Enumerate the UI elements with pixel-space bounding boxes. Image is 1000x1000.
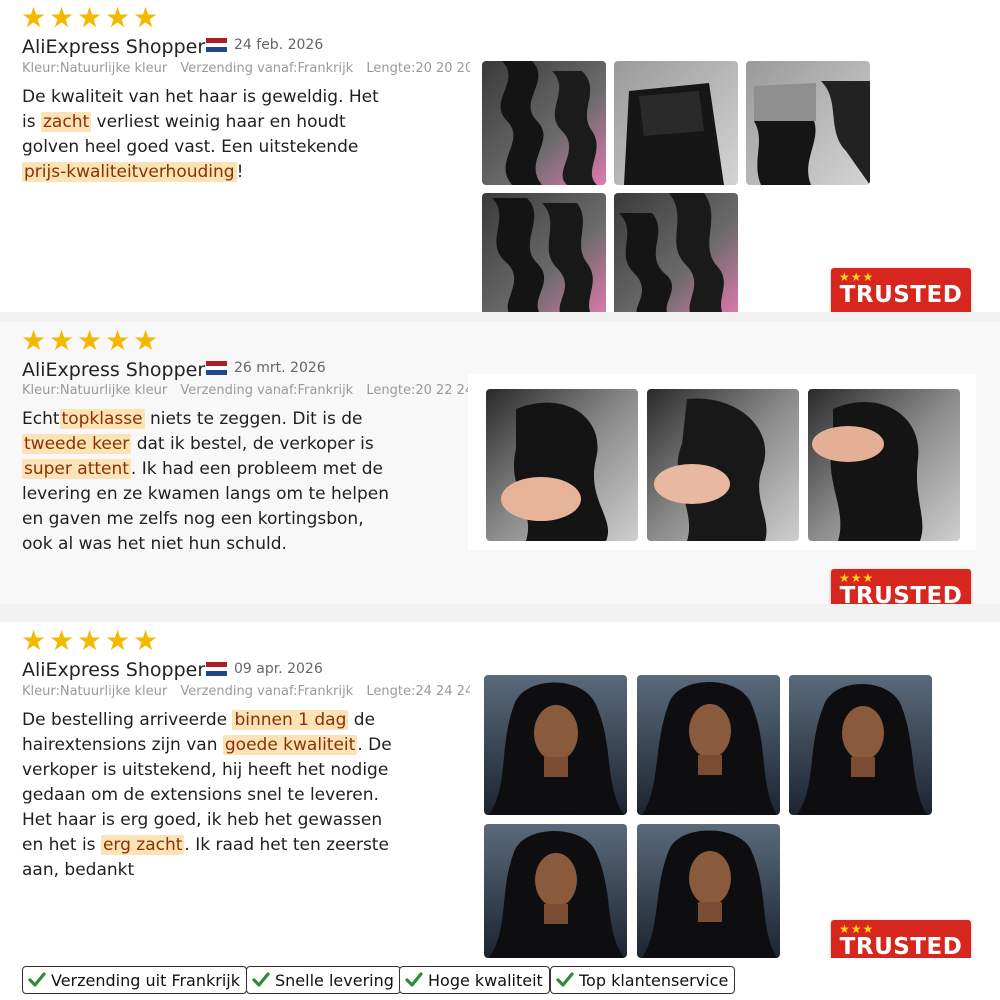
star-icon: ★ (133, 324, 159, 357)
review-card: ★ ★ ★ ★ ★ AliExpress Shopper 24 feb. 202… (0, 0, 1000, 317)
reviewer-name: AliExpress Shopper (22, 359, 206, 381)
review-text-part: dat ik bestel, de verkoper is (131, 434, 374, 454)
review-text: De bestelling arriveerde binnen 1 dag de… (22, 708, 397, 883)
divider (0, 604, 1000, 622)
review-highlight: prijs-kwaliteitverhouding (22, 162, 237, 182)
review-date: 09 apr. 2026 (234, 661, 323, 677)
meta-shipping: Verzending vanaf:Frankrijk (180, 684, 354, 699)
star-icon: ★ (133, 1, 159, 34)
review-text-part: Echt (22, 409, 60, 429)
star-icon: ★ (105, 1, 131, 34)
meta-color: Kleur:Natuurlijke kleur (22, 684, 168, 699)
badge-label: TRUSTED (839, 282, 963, 308)
star-icon: ★ (21, 1, 47, 34)
star-icon: ★ (77, 624, 103, 657)
review-card: ★ ★ ★ ★ ★ AliExpress Shopper 26 mrt. 202… (0, 322, 1000, 617)
review-highlight: binnen 1 dag (232, 710, 349, 730)
review-highlight: topklasse (59, 409, 145, 429)
meta-length: Lengte:20 22 24 8 (366, 383, 470, 398)
review-photo[interactable] (637, 824, 780, 958)
review-photo[interactable] (484, 824, 627, 958)
check-icon (252, 972, 270, 987)
review-photo[interactable] (614, 193, 738, 317)
badge-label: TRUSTED (839, 934, 963, 960)
rating-stars: ★ ★ ★ ★ ★ (21, 324, 159, 357)
rating-stars: ★ ★ ★ ★ ★ (21, 1, 159, 34)
netherlands-flag-icon (206, 38, 227, 53)
feature-chip-delivery: Snelle levering (246, 966, 401, 994)
reviewer-name: AliExpress Shopper (22, 36, 206, 58)
meta-color: Kleur:Natuurlijke kleur (22, 383, 168, 398)
review-photo[interactable] (482, 193, 606, 317)
star-icon: ★ (49, 624, 75, 657)
meta-shipping: Verzending vanaf:Frankrijk (180, 61, 354, 76)
review-text-part: De bestelling arriveerde (22, 710, 228, 730)
feature-chip-quality: Hoge kwaliteit (399, 966, 550, 994)
star-icon: ★ (133, 624, 159, 657)
review-text: De kwaliteit van het haar is geweldig. H… (22, 85, 392, 185)
review-meta: Kleur:Natuurlijke kleur Verzending vanaf… (22, 684, 470, 699)
feature-chip-label: Verzending uit Frankrijk (51, 970, 240, 990)
check-icon (28, 972, 46, 987)
review-photo[interactable] (614, 61, 738, 185)
feature-chip-label: Top klantenservice (579, 970, 729, 990)
review-photo[interactable] (484, 675, 627, 815)
review-photo[interactable] (647, 389, 799, 541)
star-icon: ★ (105, 324, 131, 357)
star-icon: ★ (77, 1, 103, 34)
feature-chip-label: Hoge kwaliteit (428, 970, 543, 990)
meta-shipping: Verzending vanaf:Frankrijk (180, 383, 354, 398)
review-highlight: zacht (41, 112, 92, 132)
star-icon: ★ (105, 624, 131, 657)
star-icon: ★ (77, 324, 103, 357)
netherlands-flag-icon (206, 662, 227, 677)
review-highlight: erg zacht (100, 835, 185, 855)
review-meta: Kleur:Natuurlijke kleur Verzending vanaf… (22, 61, 470, 76)
star-icon: ★ (49, 1, 75, 34)
review-text: Echt topklasse niets te zeggen. Dit is de… (22, 407, 392, 557)
divider (0, 312, 1000, 322)
star-icon: ★ (21, 324, 47, 357)
review-meta: Kleur:Natuurlijke kleur Verzending vanaf… (22, 383, 470, 398)
review-date: 24 feb. 2026 (234, 37, 324, 53)
review-photo[interactable] (637, 675, 780, 815)
meta-length: Lengte:20 20 20 8 (366, 61, 470, 76)
meta-color: Kleur:Natuurlijke kleur (22, 61, 168, 76)
feature-chip-label: Snelle levering (275, 970, 394, 990)
check-icon (556, 972, 574, 987)
meta-length: Lengte:24 24 24 8 (366, 684, 470, 699)
review-photo[interactable] (789, 675, 932, 815)
review-highlight: goede kwaliteit (222, 735, 358, 755)
review-text-part: ! (236, 162, 244, 182)
reviewer-name: AliExpress Shopper (22, 659, 206, 681)
review-card: ★ ★ ★ ★ ★ AliExpress Shopper 09 apr. 202… (0, 622, 1000, 968)
review-photo[interactable] (486, 389, 638, 541)
review-photo[interactable] (808, 389, 960, 541)
feature-chip-shipping: Verzending uit Frankrijk (22, 966, 247, 994)
feature-chip-service: Top klantenservice (550, 966, 736, 994)
review-date: 26 mrt. 2026 (234, 360, 326, 376)
review-photo[interactable] (746, 61, 870, 185)
star-icon: ★ (21, 624, 47, 657)
check-icon (405, 972, 423, 987)
netherlands-flag-icon (206, 361, 227, 376)
feature-bar: Verzending uit Frankrijk Snelle levering… (0, 958, 1000, 1000)
review-text-part: niets te zeggen. Dit is de (144, 409, 363, 429)
review-photo[interactable] (482, 61, 606, 185)
trusted-badge: ★★★ TRUSTED (831, 268, 971, 316)
star-icon: ★ (49, 324, 75, 357)
review-highlight: tweede keer (22, 434, 132, 454)
review-highlight: super attent (22, 459, 131, 479)
rating-stars: ★ ★ ★ ★ ★ (21, 624, 159, 657)
